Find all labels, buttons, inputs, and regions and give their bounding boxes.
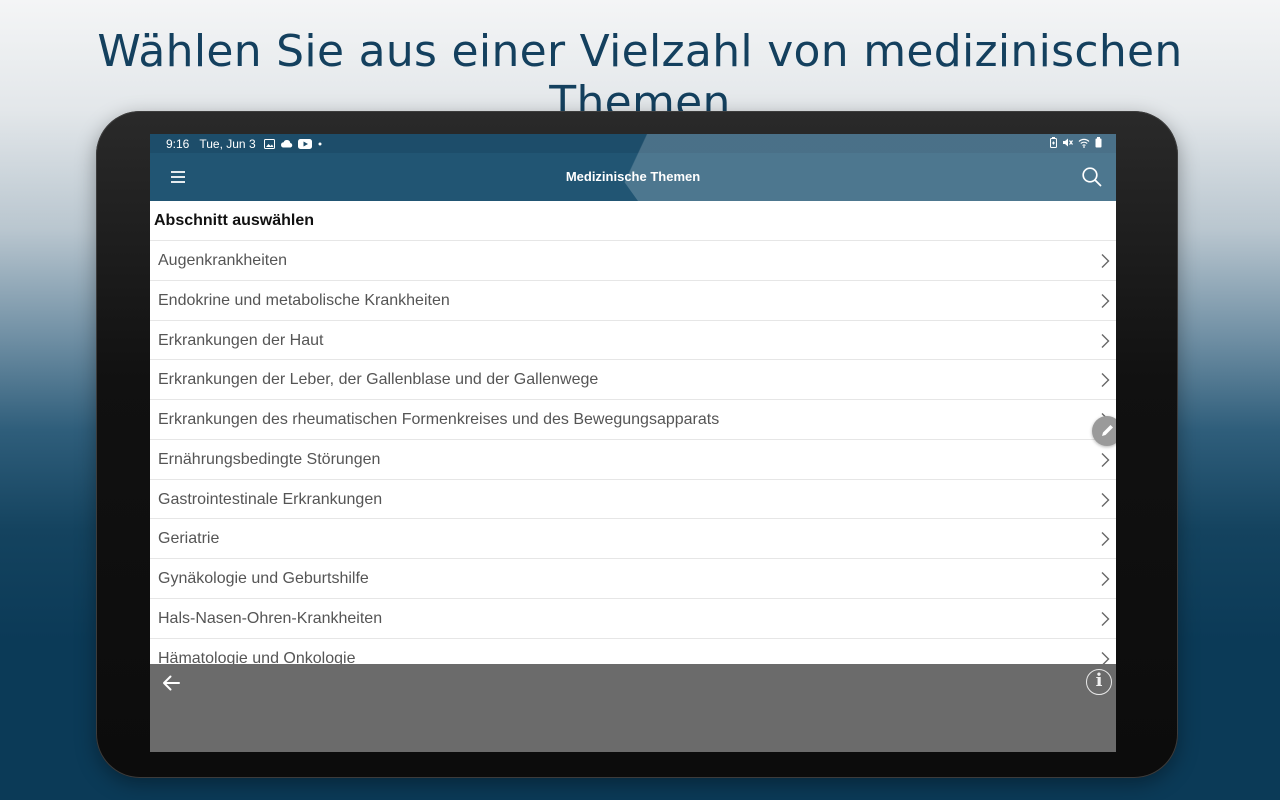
status-time: 9:16 [166, 136, 190, 151]
status-date: Tue, Jun 3 [199, 136, 256, 151]
battery-saver-icon [1050, 137, 1057, 148]
bottom-bar: i [150, 664, 1116, 752]
list-item[interactable]: Erkrankungen der Leber, der Gallenblase … [150, 360, 1116, 400]
list-item[interactable]: Endokrine und metabolische Krankheiten [150, 281, 1116, 321]
youtube-icon [297, 138, 312, 149]
list-item[interactable]: Erkrankungen der Haut [150, 321, 1116, 361]
status-icons-right [1050, 137, 1102, 148]
list-item[interactable]: Augenkrankheiten [150, 241, 1116, 281]
arrow-left-icon[interactable] [160, 672, 182, 694]
info-icon[interactable]: i [1086, 669, 1112, 695]
edit-fab[interactable] [1092, 416, 1116, 446]
status-bar: 9:16 Tue, Jun 3 [150, 134, 1116, 153]
chevron-right-icon [1101, 492, 1110, 507]
tablet-screen: 9:16 Tue, Jun 3 Medizinische Themen Absc… [150, 134, 1116, 752]
list-item-label: Gynäkologie und Geburtshilfe [158, 570, 369, 587]
list-item[interactable]: Erkrankungen des rheumatischen Formenkre… [150, 400, 1116, 440]
list-item-label: Hals-Nasen-Ohren-Krankheiten [158, 609, 383, 627]
chevron-right-icon [1101, 254, 1110, 268]
list-item-label: Augenkrankheiten [158, 252, 287, 269]
list-item[interactable]: Gastrointestinale Erkrankungen [150, 480, 1116, 520]
list-item-label: Gastrointestinale Erkrankungen [158, 490, 383, 508]
topic-list: Augenkrankheiten Endokrine und metabolis… [150, 241, 1116, 679]
search-icon[interactable] [1080, 165, 1104, 189]
chevron-right-icon [1101, 333, 1110, 348]
list-item[interactable]: Geriatrie [150, 519, 1116, 559]
chevron-right-icon [1101, 452, 1110, 467]
mute-icon [1063, 138, 1073, 147]
image-icon [263, 138, 275, 149]
status-icons-left [263, 138, 323, 149]
app-bar: Medizinische Themen [150, 153, 1116, 201]
wifi-icon [1078, 138, 1090, 148]
chevron-right-icon [1101, 373, 1110, 388]
app-bar-title: Medizinische Themen [565, 169, 701, 184]
chevron-right-icon [1101, 572, 1110, 586]
list-item[interactable]: Gynäkologie und Geburtshilfe [150, 559, 1116, 599]
pencil-icon [1102, 425, 1113, 436]
battery-icon [1095, 137, 1102, 148]
list-item-label: Erkrankungen der Haut [158, 331, 324, 349]
list-item-label: Erkrankungen des rheumatischen Formenkre… [158, 411, 720, 428]
chevron-right-icon [1101, 293, 1110, 308]
list-item[interactable]: Ernährungsbedingte Störungen [150, 440, 1116, 480]
list-item-label: Erkrankungen der Leber, der Gallenblase … [158, 371, 599, 389]
list-item-label: Ernährungsbedingte Störungen [158, 450, 381, 468]
list-item-label: Endokrine und metabolische Krankheiten [158, 291, 450, 309]
cloud-icon [280, 140, 292, 148]
dot-icon [318, 142, 322, 145]
list-item[interactable]: Hals-Nasen-Ohren-Krankheiten [150, 599, 1116, 639]
chevron-right-icon [1101, 532, 1110, 547]
section-header: Abschnitt auswählen [150, 201, 1116, 241]
list-item-label: Geriatrie [158, 530, 220, 548]
chevron-right-icon [1101, 611, 1110, 626]
